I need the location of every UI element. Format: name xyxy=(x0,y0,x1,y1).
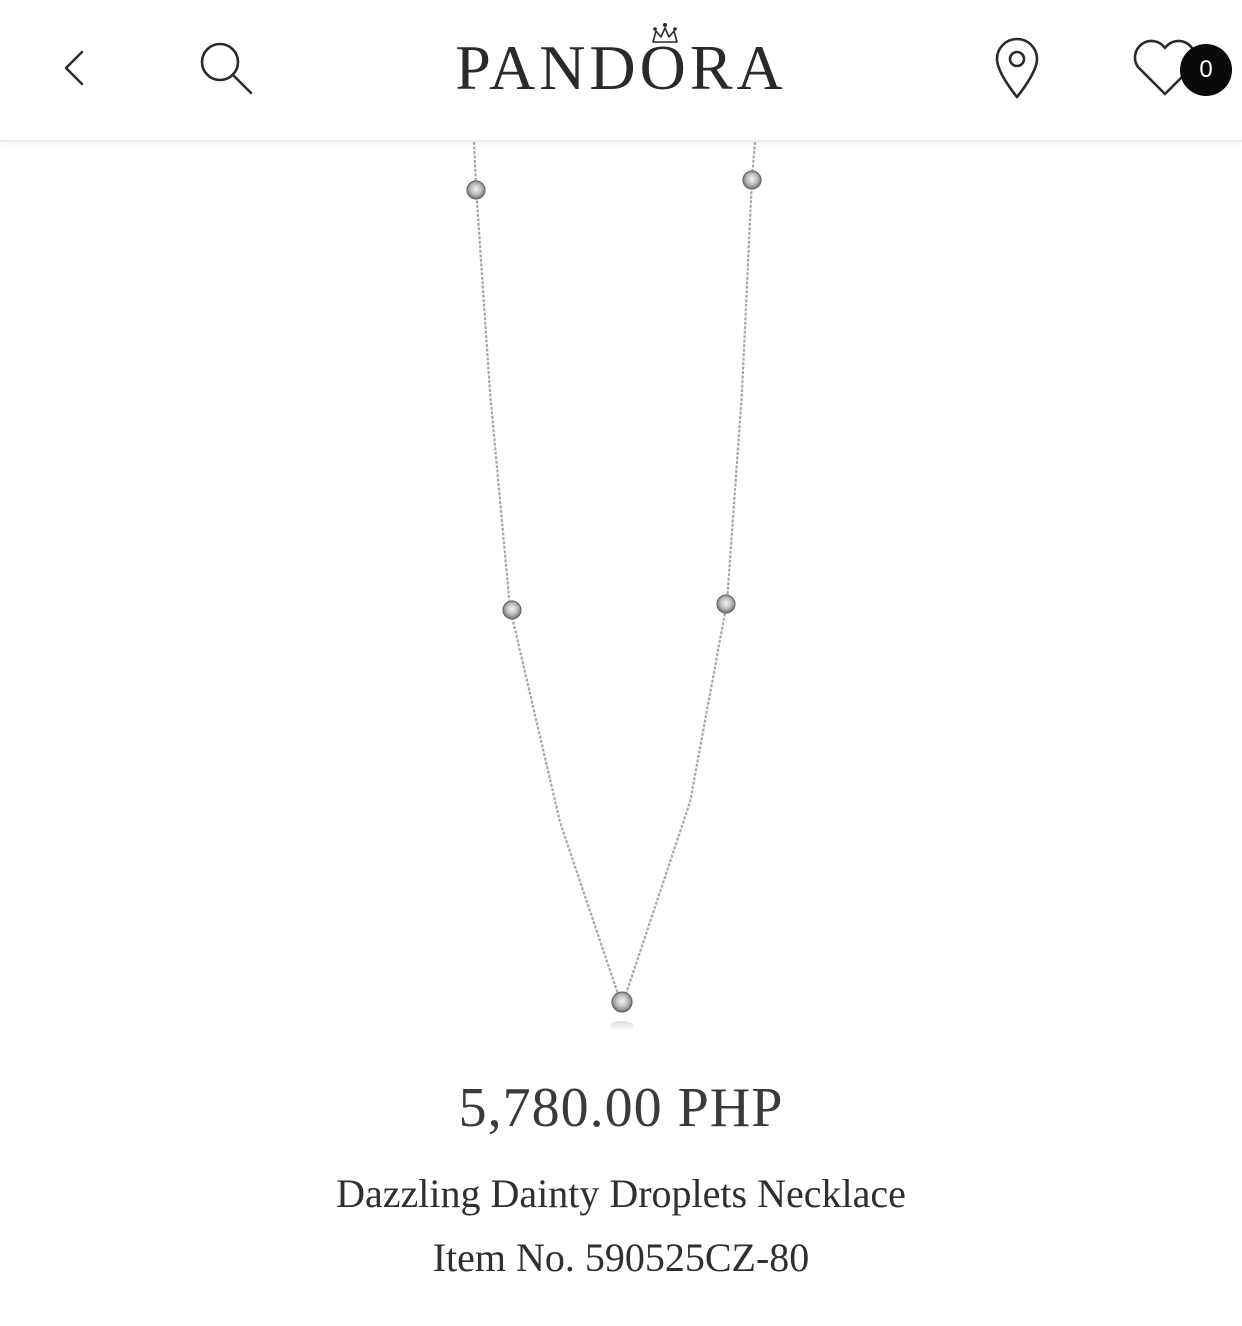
wishlist-button[interactable]: 0 xyxy=(1124,30,1232,106)
stone-station xyxy=(466,180,486,200)
location-pin-icon xyxy=(995,37,1039,99)
search-icon xyxy=(200,42,253,95)
store-locator-button[interactable] xyxy=(980,28,1054,108)
stone-station xyxy=(611,991,633,1013)
back-button[interactable] xyxy=(40,30,110,106)
app-header: PANDORA 0 xyxy=(0,0,1242,142)
necklace-image[interactable] xyxy=(0,142,1242,1050)
product-price: 5,780.00 PHP xyxy=(458,1077,784,1139)
item-number: Item No. 590525CZ-80 xyxy=(432,1235,810,1280)
stone-station xyxy=(716,594,736,614)
stone-station xyxy=(502,600,522,620)
chevron-left-icon xyxy=(64,50,84,86)
wishlist-count-badge: 0 xyxy=(1180,44,1232,96)
stone-station xyxy=(742,170,762,190)
product-name: Dazzling Dainty Droplets Necklace xyxy=(336,1171,906,1216)
search-button[interactable] xyxy=(186,30,266,106)
brand-logo[interactable]: PANDORA xyxy=(421,36,821,100)
